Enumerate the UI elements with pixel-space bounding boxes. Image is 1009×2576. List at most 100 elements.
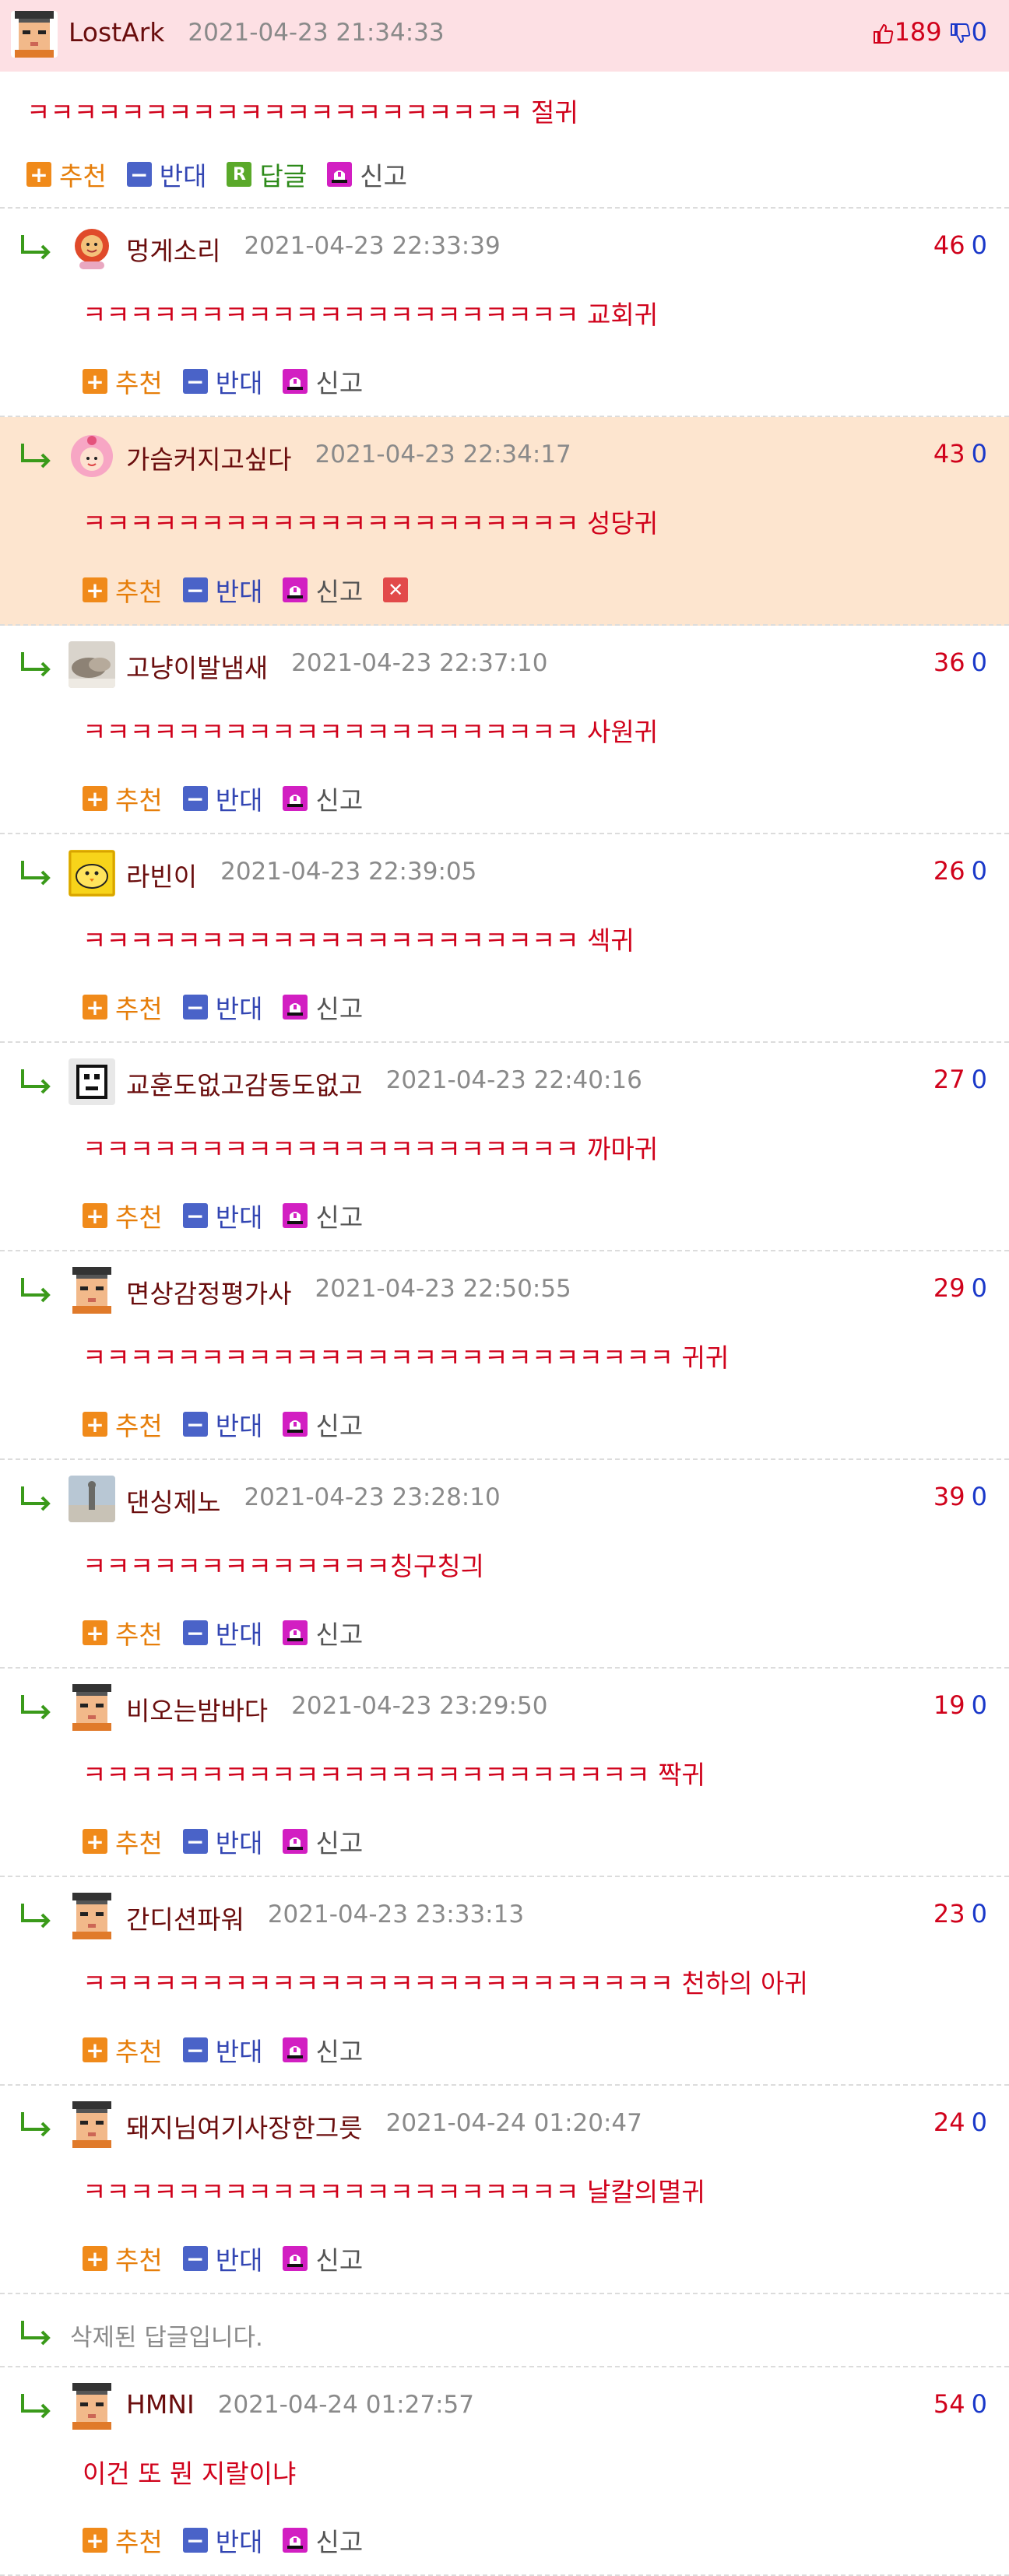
avatar[interactable] bbox=[69, 850, 115, 897]
rpt-label: 신고 bbox=[315, 1620, 364, 1650]
reply-button[interactable]: R 답글 bbox=[227, 156, 307, 193]
author-nickname[interactable]: 비오는밤바다 bbox=[126, 1690, 268, 1728]
author-nickname[interactable]: 간디션파워 bbox=[126, 1899, 244, 1936]
rpt-label: 신고 bbox=[315, 1828, 364, 1858]
reply-arrow-icon bbox=[19, 1275, 54, 1303]
comment-item: 멍게소리 2021-04-23 22:33:39 46 0 ㅋㅋㅋㅋㅋㅋㅋㅋㅋㅋㅋㅋㅋㅋ… bbox=[0, 209, 1009, 417]
author-nickname[interactable]: 라빈이 bbox=[126, 856, 197, 893]
report-button[interactable]: 신고 bbox=[283, 1406, 363, 1443]
author-nickname[interactable]: 면상감정평가사 bbox=[126, 1273, 292, 1311]
vote-counts: 43 0 bbox=[933, 439, 987, 469]
downvote-count: 0 bbox=[971, 439, 987, 469]
recommend-button[interactable]: + 추천 bbox=[83, 780, 163, 817]
avatar[interactable] bbox=[69, 1476, 115, 1522]
comment-body: ㅋㅋㅋㅋㅋㅋㅋㅋㅋㅋㅋㅋㅋㅋㅋㅋㅋㅋㅋㅋㅋㅋㅋㅋㅋ 천하의 아귀 bbox=[83, 1968, 808, 1999]
report-button[interactable]: 신고 bbox=[327, 156, 407, 193]
report-button[interactable]: 신고 bbox=[283, 1197, 363, 1234]
report-button[interactable]: 신고 bbox=[283, 1614, 363, 1651]
comment-actions: + 추천 − 반대 신고 bbox=[83, 2031, 383, 2067]
comment-date: 2021-04-23 22:37:10 bbox=[291, 649, 548, 677]
rec-label: 추천 bbox=[115, 577, 163, 607]
oppose-button[interactable]: − 반대 bbox=[182, 2522, 262, 2559]
report-button[interactable]: 신고 bbox=[283, 571, 363, 609]
author-nickname[interactable]: HMNI bbox=[126, 2389, 195, 2420]
comment-body: ㅋㅋㅋㅋㅋㅋㅋㅋㅋㅋㅋㅋㅋㅋㅋㅋㅋㅋㅋㅋㅋ 교회귀 bbox=[83, 300, 659, 330]
upvote-count: 189 bbox=[894, 17, 942, 47]
comment-date: 2021-04-23 21:34:33 bbox=[188, 19, 445, 47]
avatar[interactable] bbox=[69, 1893, 115, 1939]
avatar[interactable] bbox=[69, 433, 115, 479]
minus-icon: − bbox=[182, 2037, 208, 2063]
oppose-button[interactable]: − 반대 bbox=[182, 1823, 262, 1860]
siren-icon bbox=[283, 2037, 308, 2062]
oppose-button[interactable]: − 반대 bbox=[182, 571, 262, 609]
oppose-button[interactable]: − 반대 bbox=[182, 2240, 262, 2277]
report-button[interactable]: 신고 bbox=[283, 2240, 363, 2277]
recommend-button[interactable]: + 추천 bbox=[83, 571, 163, 609]
comment-date: 2021-04-23 22:34:17 bbox=[315, 440, 571, 469]
oppose-button[interactable]: − 반대 bbox=[182, 1197, 262, 1234]
delete-button[interactable]: ✕ bbox=[383, 577, 416, 602]
deleted-comment-text: 삭제된 답글입니다. bbox=[70, 2324, 263, 2352]
opp-label: 반대 bbox=[215, 994, 263, 1024]
oppose-button[interactable]: − 반대 bbox=[182, 1614, 262, 1651]
author-nickname[interactable]: 교훈도없고감동도없고 bbox=[126, 1065, 363, 1102]
comment-body: ㅋㅋㅋㅋㅋㅋㅋㅋㅋㅋㅋㅋㅋㅋㅋㅋㅋㅋㅋㅋㅋ 사원귀 bbox=[83, 717, 659, 747]
oppose-button[interactable]: − 반대 bbox=[182, 2031, 262, 2069]
recommend-button[interactable]: + 추천 bbox=[83, 2522, 163, 2559]
comment-actions: + 추천 − 반대 신고 bbox=[83, 2240, 383, 2276]
recommend-button[interactable]: + 추천 bbox=[83, 363, 163, 400]
avatar[interactable] bbox=[69, 2383, 115, 2430]
plus-icon: + bbox=[83, 786, 107, 812]
comment-list: LostArk 2021-04-23 21:34:33 189 0 ㅋㅋㅋㅋㅋㅋㅋㅋㅋㅋ… bbox=[0, 0, 1009, 2576]
author-nickname[interactable]: LostArk bbox=[69, 17, 164, 47]
recommend-button[interactable]: + 추천 bbox=[83, 1823, 163, 1860]
author-nickname[interactable]: 가슴커지고싶다 bbox=[126, 439, 292, 476]
comment-actions: + 추천 − 반대 신고 bbox=[83, 1197, 383, 1233]
oppose-button[interactable]: − 반대 bbox=[182, 988, 263, 1026]
plus-icon: + bbox=[83, 369, 107, 395]
avatar[interactable] bbox=[69, 224, 115, 271]
vote-counts: 24 0 bbox=[933, 2107, 987, 2137]
author-nickname[interactable]: 돼지님여기사장한그릇 bbox=[126, 2107, 363, 2145]
avatar[interactable] bbox=[69, 1684, 115, 1731]
avatar[interactable] bbox=[69, 641, 115, 688]
vote-counts: 19 0 bbox=[933, 1690, 987, 1720]
recommend-button[interactable]: + 추천 bbox=[83, 2240, 163, 2277]
report-button[interactable]: 신고 bbox=[283, 2031, 363, 2069]
downvote-count: 0 bbox=[971, 856, 987, 886]
recommend-button[interactable]: + 추천 bbox=[83, 1406, 163, 1443]
oppose-button[interactable]: − 반대 bbox=[126, 156, 206, 193]
vote-counts: 29 0 bbox=[933, 1273, 987, 1303]
report-button[interactable]: 신고 bbox=[283, 780, 363, 817]
comment-body: ㅋㅋㅋㅋㅋㅋㅋㅋㅋㅋㅋㅋㅋㅋㅋㅋㅋㅋㅋㅋㅋㅋㅋㅋ 짝귀 bbox=[83, 1760, 705, 1790]
oppose-button[interactable]: − 반대 bbox=[182, 1406, 262, 1443]
comment-date: 2021-04-23 22:50:55 bbox=[315, 1275, 571, 1303]
recommend-button[interactable]: + 추천 bbox=[83, 988, 163, 1026]
recommend-button[interactable]: + 추천 bbox=[83, 1614, 163, 1651]
avatar[interactable] bbox=[69, 1267, 115, 1314]
reply-arrow-icon bbox=[19, 2109, 54, 2137]
comment-body: ㅋㅋㅋㅋㅋㅋㅋㅋㅋㅋㅋㅋㅋㅋㅋㅋㅋㅋㅋㅋㅋ 성당귀 bbox=[83, 508, 659, 539]
comment-actions: + 추천 − 반대 신고 bbox=[83, 2522, 383, 2557]
recommend-button[interactable]: + 추천 bbox=[83, 2031, 163, 2069]
author-nickname[interactable]: 댄싱제노 bbox=[126, 1482, 220, 1519]
recommend-button[interactable]: + 추천 bbox=[83, 1197, 163, 1234]
downvote-count: 0 bbox=[971, 1899, 987, 1928]
comment-item: 돼지님여기사장한그릇 2021-04-24 01:20:47 24 0 ㅋㅋㅋㅋㅋㅋㅋㅋ… bbox=[0, 2086, 1009, 2294]
avatar[interactable] bbox=[11, 11, 58, 58]
author-nickname[interactable]: 고냥이발냄새 bbox=[126, 648, 268, 685]
siren-icon bbox=[283, 369, 308, 394]
avatar[interactable] bbox=[69, 1058, 115, 1105]
vote-counts: 189 0 bbox=[871, 17, 987, 47]
report-button[interactable]: 신고 bbox=[283, 2522, 363, 2559]
avatar[interactable] bbox=[69, 2101, 115, 2148]
report-button[interactable]: 신고 bbox=[283, 988, 363, 1026]
oppose-button[interactable]: − 반대 bbox=[182, 780, 262, 817]
downvote-count: 0 bbox=[971, 1065, 987, 1094]
recommend-button[interactable]: + 추천 bbox=[26, 156, 107, 193]
report-button[interactable]: 신고 bbox=[283, 363, 363, 400]
author-nickname[interactable]: 멍게소리 bbox=[126, 230, 220, 268]
report-button[interactable]: 신고 bbox=[283, 1823, 363, 1860]
oppose-button[interactable]: − 반대 bbox=[182, 363, 262, 400]
